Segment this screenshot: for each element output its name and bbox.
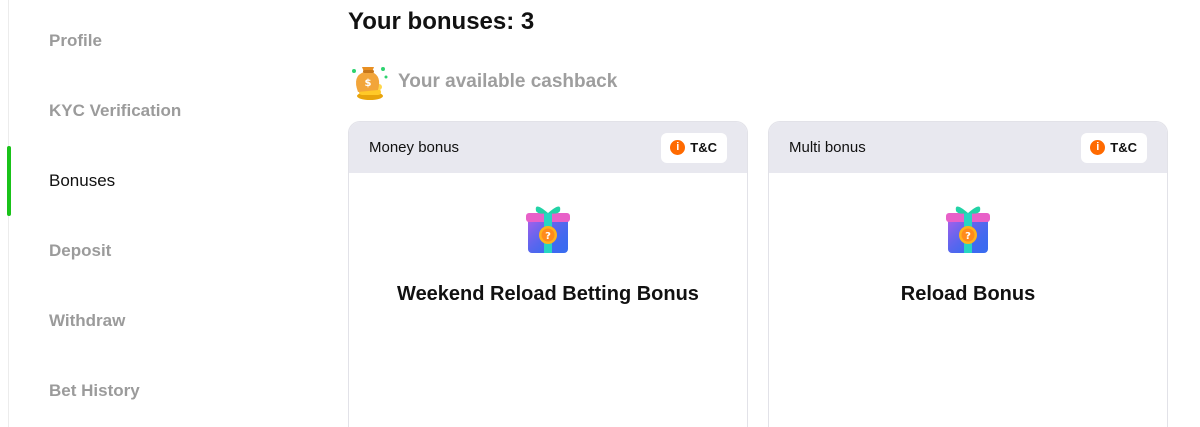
money-bag-icon: $	[352, 67, 388, 100]
sidebar-item-bet-history[interactable]: Bet History	[49, 381, 140, 401]
terms-and-conditions-button[interactable]: i T&C	[661, 132, 727, 163]
bonus-card-body: ? Reload Bonus	[769, 173, 1167, 427]
bonus-card-header: Multi bonus i T&C	[769, 122, 1167, 173]
active-item-indicator	[7, 146, 11, 216]
bonus-card-body: ? Weekend Reload Betting Bonus	[349, 173, 747, 427]
bonus-title: Weekend Reload Betting Bonus	[397, 283, 699, 305]
cashback-row: $ Your available cashback	[348, 62, 617, 102]
gift-box-icon: ?	[946, 206, 990, 253]
bonus-card[interactable]: Multi bonus i T&C ? Reload Bonus	[768, 121, 1168, 427]
tc-label: T&C	[1110, 140, 1137, 155]
terms-and-conditions-button[interactable]: i T&C	[1081, 132, 1147, 163]
info-icon: i	[1090, 140, 1106, 155]
sidebar-item-bonuses[interactable]: Bonuses	[49, 171, 115, 191]
bonus-type-label: Multi bonus	[789, 139, 866, 156]
info-icon: i	[670, 140, 686, 155]
cashback-label[interactable]: Your available cashback	[398, 71, 617, 93]
svg-text:$: $	[365, 78, 372, 89]
bonus-title: Reload Bonus	[900, 283, 1036, 305]
bonus-card-header: Money bonus i T&C	[349, 122, 747, 173]
account-sidebar: Profile KYC Verification Bonuses Deposit…	[0, 0, 310, 427]
page-title: Your bonuses: 3	[348, 8, 535, 35]
gift-box-icon: ?	[526, 206, 570, 253]
sidebar-item-kyc-verification[interactable]: KYC Verification	[49, 101, 181, 121]
bonus-type-label: Money bonus	[369, 139, 460, 156]
bonus-card[interactable]: Money bonus i T&C ? Weekend Reload Betti…	[348, 121, 748, 427]
svg-text:?: ?	[965, 231, 971, 242]
sidebar-item-withdraw[interactable]: Withdraw	[49, 311, 125, 331]
tc-label: T&C	[690, 140, 717, 155]
svg-text:?: ?	[545, 231, 551, 242]
sidebar-item-profile[interactable]: Profile	[49, 31, 102, 51]
bonuses-panel: Your bonuses: 3 $ Your available cashbac…	[348, 0, 1178, 427]
sidebar-item-deposit[interactable]: Deposit	[49, 241, 111, 261]
